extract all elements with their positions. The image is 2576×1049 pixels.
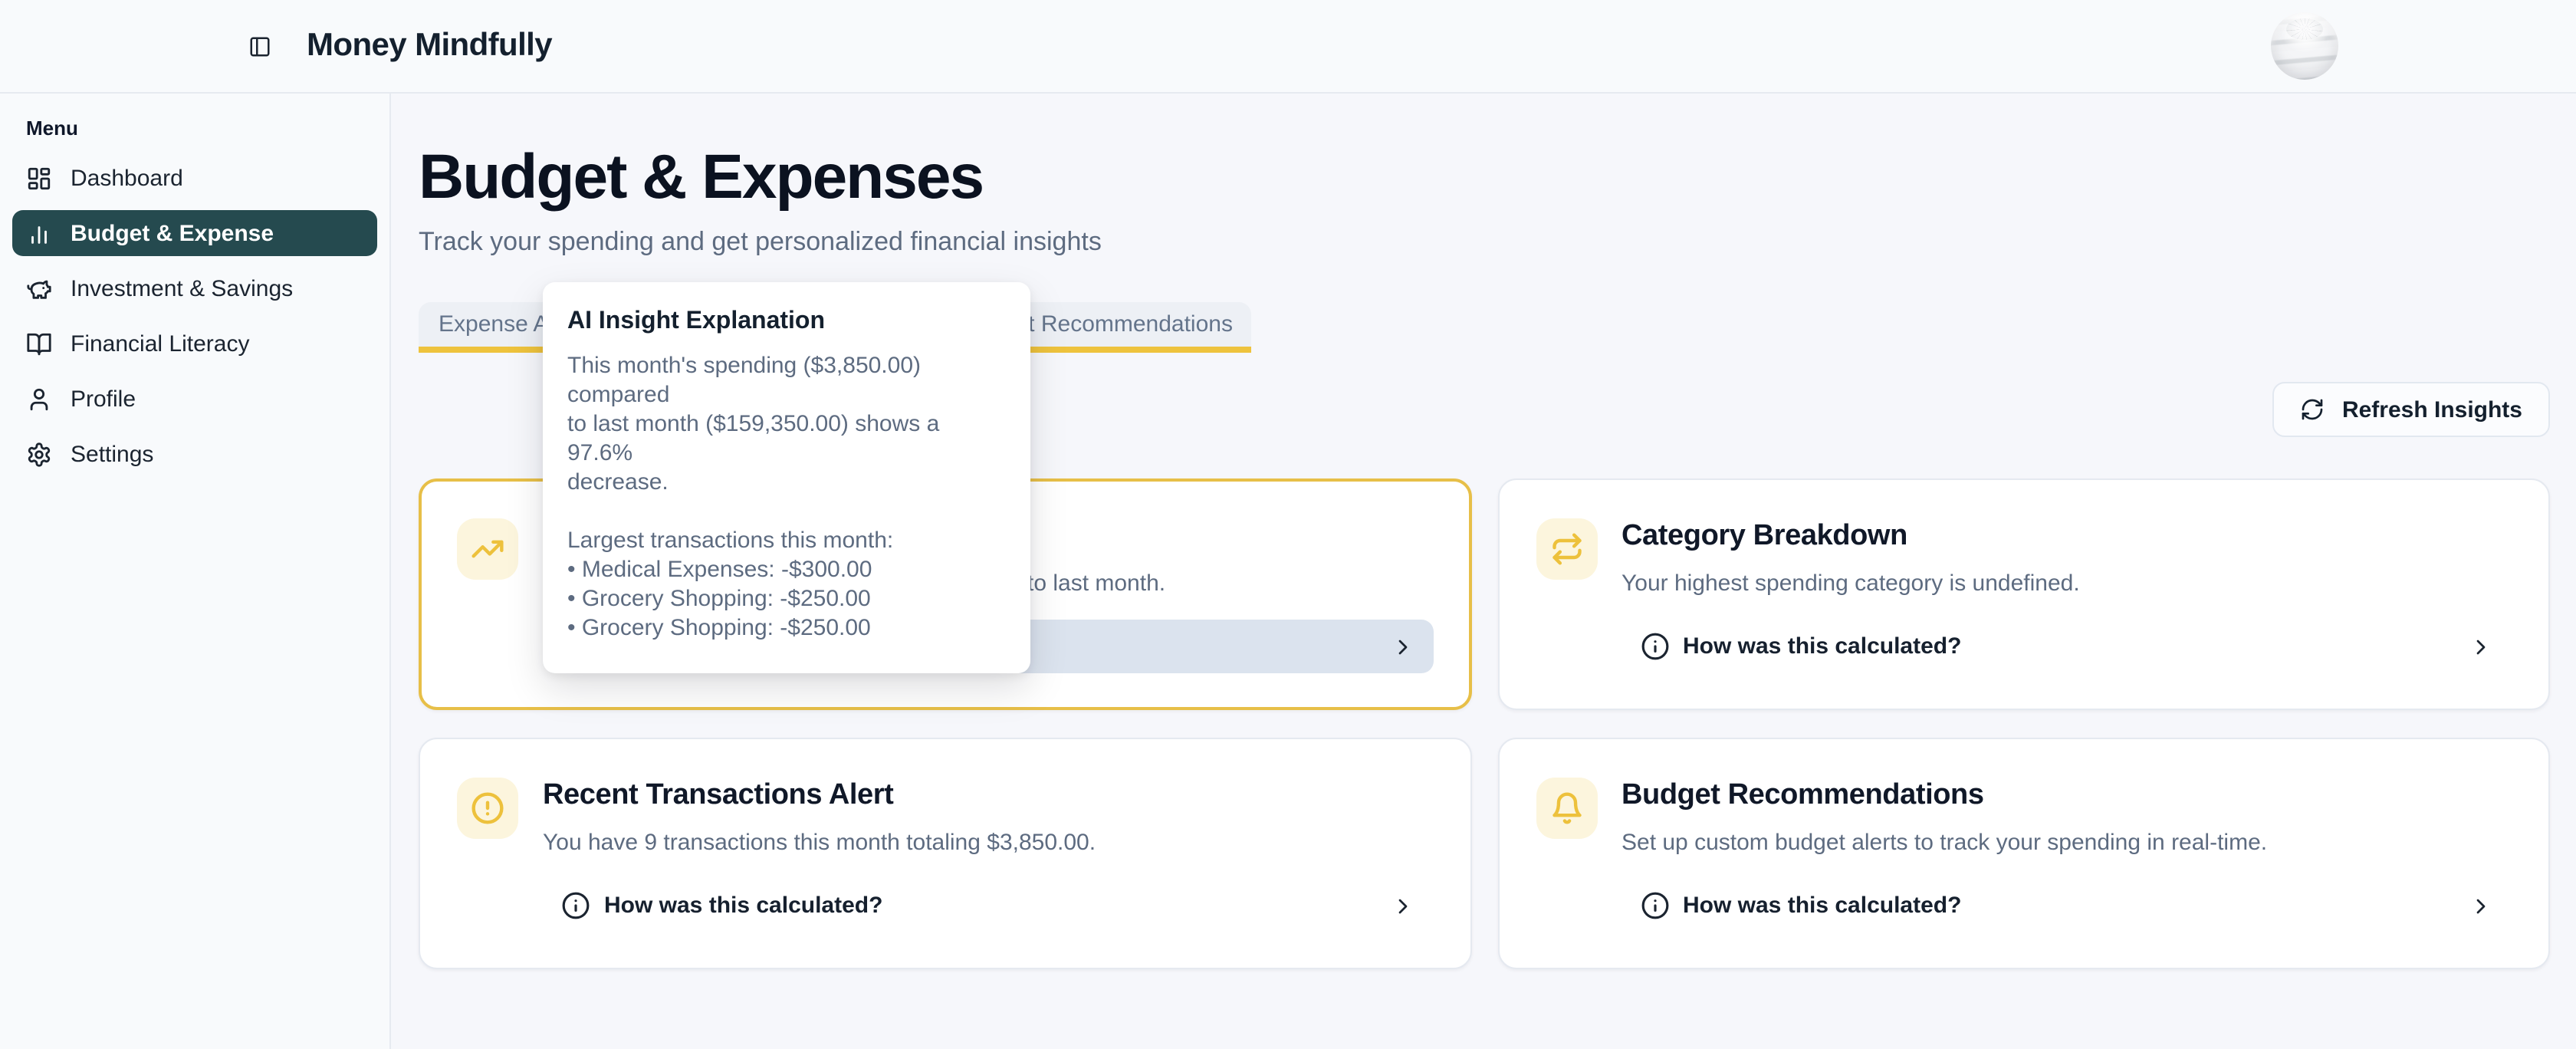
piggy-bank-icon <box>26 275 52 301</box>
page-subtitle: Track your spending and get personalized… <box>419 227 2550 258</box>
budget-recommendations-card: Budget Recommendations Set up custom bud… <box>1497 738 2550 969</box>
refresh-label: Refresh Insights <box>2342 396 2522 423</box>
app-window: Money Mindfully Menu Dashboard Budget & … <box>0 0 2576 1049</box>
chevron-right-icon <box>1390 634 1414 659</box>
dashboard-icon <box>26 165 52 191</box>
bar-chart-icon <box>26 220 52 246</box>
popover-body: This month's spending ($3,850.00) compar… <box>567 351 1006 643</box>
app-title: Money Mindfully <box>307 28 552 64</box>
page-title: Budget & Expenses <box>419 140 2550 213</box>
sidebar-item-label: Budget & Expense <box>71 220 274 246</box>
sidebar-item-label: Settings <box>71 441 153 467</box>
app-header: Money Mindfully <box>0 0 2576 94</box>
chevron-right-icon <box>2469 893 2493 918</box>
popover-title: AI Insight Explanation <box>567 308 1006 336</box>
card-title: Budget Recommendations <box>1622 778 2512 814</box>
sidebar-item-settings[interactable]: Settings <box>12 431 377 477</box>
card-description: You have 9 transactions this month total… <box>543 828 1433 859</box>
sidebar-nav: Dashboard Budget & Expense Investment & … <box>12 155 377 477</box>
sidebar-item-label: Profile <box>71 386 136 412</box>
how-calculated-label: How was this calculated? <box>1683 633 1961 659</box>
info-icon <box>1640 632 1669 661</box>
sidebar-item-investment-savings[interactable]: Investment & Savings <box>12 265 377 311</box>
how-calculated-row[interactable]: How was this calculated? <box>1622 620 2512 673</box>
gear-icon <box>26 441 52 467</box>
how-calculated-row[interactable]: How was this calculated? <box>1622 879 2512 932</box>
sidebar-item-label: Investment & Savings <box>71 275 293 301</box>
sidebar-item-budget-expense[interactable]: Budget & Expense <box>12 210 377 256</box>
sidebar: Menu Dashboard Budget & Expense <box>0 94 391 1049</box>
refresh-icon <box>2301 397 2325 422</box>
refresh-insights-button[interactable]: Refresh Insights <box>2273 382 2550 437</box>
sidebar-toggle-button[interactable] <box>242 28 278 64</box>
book-open-icon <box>26 330 52 357</box>
alert-circle-icon <box>457 778 518 839</box>
recent-transactions-card: Recent Transactions Alert You have 9 tra… <box>419 738 1471 969</box>
sidebar-item-dashboard[interactable]: Dashboard <box>12 155 377 201</box>
avatar[interactable] <box>2271 12 2338 80</box>
how-calculated-row[interactable]: How was this calculated? <box>543 879 1433 932</box>
how-calculated-label: How was this calculated? <box>604 893 882 919</box>
info-icon <box>1640 891 1669 920</box>
chevron-right-icon <box>1390 893 1414 918</box>
ai-insight-popover: AI Insight Explanation This month's spen… <box>543 282 1030 673</box>
how-calculated-label: How was this calculated? <box>1683 893 1961 919</box>
user-icon <box>26 386 52 412</box>
menu-label: Menu <box>12 117 377 140</box>
info-icon <box>561 891 590 920</box>
card-description: Set up custom budget alerts to track you… <box>1622 828 2512 859</box>
sidebar-item-label: Dashboard <box>71 165 183 191</box>
card-description: Your highest spending category is undefi… <box>1622 569 2512 600</box>
chevron-right-icon <box>2469 634 2493 659</box>
card-description: to last month. <box>1027 569 1433 600</box>
panel-left-icon <box>248 35 271 58</box>
category-breakdown-card: Category Breakdown Your highest spending… <box>1497 478 2550 710</box>
repeat-icon <box>1536 518 1597 580</box>
trending-up-icon <box>457 518 518 580</box>
sidebar-item-label: Financial Literacy <box>71 330 249 357</box>
card-title: Category Breakdown <box>1622 518 2512 555</box>
sidebar-item-profile[interactable]: Profile <box>12 376 377 422</box>
sidebar-item-financial-literacy[interactable]: Financial Literacy <box>12 321 377 367</box>
card-title: Recent Transactions Alert <box>543 778 1433 814</box>
bell-icon <box>1536 778 1597 839</box>
